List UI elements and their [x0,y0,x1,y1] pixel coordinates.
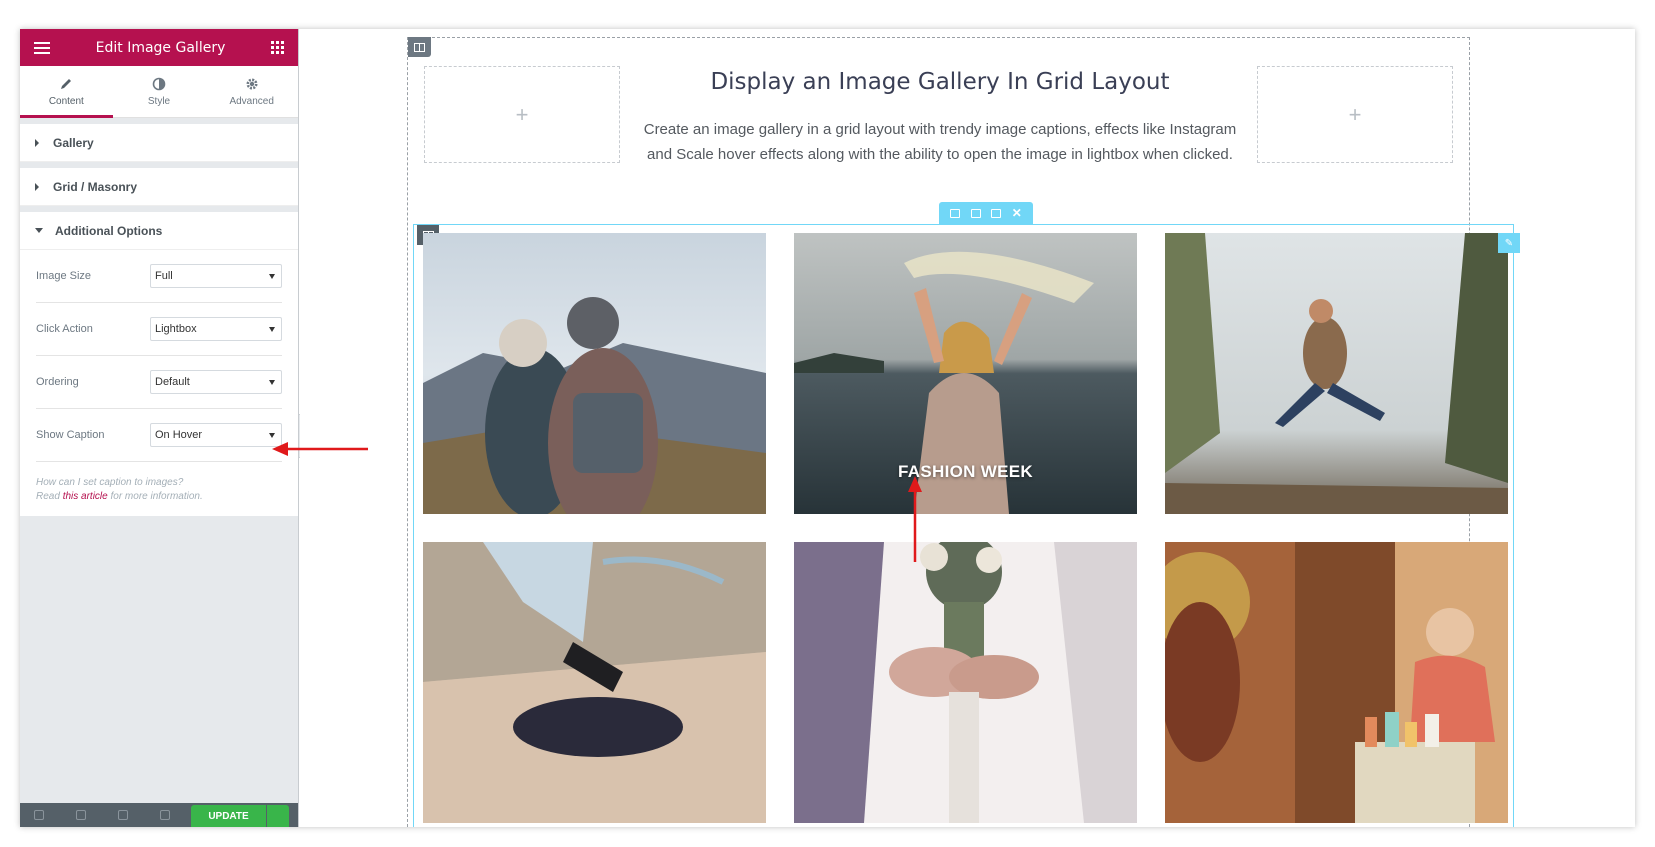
columns-icon [414,42,425,52]
navigator-icon[interactable] [76,810,86,820]
update-button[interactable]: UPDATE [191,805,266,827]
dropdown-arrow-icon [269,432,275,438]
gallery-image[interactable]: FASHION WEEK [794,233,1137,514]
help-prefix: Read [36,491,63,502]
tab-style-label: Style [147,95,171,107]
tab-advanced-label: Advanced [229,95,274,107]
gallery-image[interactable] [423,233,766,514]
gallery-image[interactable] [1165,542,1508,823]
history-icon[interactable] [118,810,128,820]
caret-right-icon [35,182,39,191]
section-additional-options[interactable]: Additional Options [20,212,298,250]
section-grid-masonry[interactable]: Grid / Masonry [20,168,298,206]
page-heading: Display an Image Gallery In Grid Layout [710,69,1170,95]
preview-icon[interactable] [160,810,170,820]
pencil-icon [61,78,72,89]
tab-style[interactable]: Style [113,66,206,117]
select-value: Lightbox [155,323,197,335]
select-value: Default [155,376,190,388]
dropdown-arrow-icon [269,273,275,279]
help-article-link[interactable]: this article [63,491,108,502]
option-show-caption: Show Caption On Hover [36,409,282,462]
gallery-image[interactable] [423,542,766,823]
image-caption: FASHION WEEK [898,462,1033,481]
option-label: Click Action [36,323,93,335]
image-size-select[interactable]: Full [150,264,282,288]
show-caption-select[interactable]: On Hover [150,423,282,447]
gallery-image[interactable] [1165,233,1508,514]
wedding-bouquet-photo [794,542,1137,823]
caret-right-icon [35,138,39,147]
option-label: Show Caption [36,429,105,441]
empty-column-right[interactable]: + [1257,66,1453,163]
preview-canvas: + + Display an Image Gallery In Grid Lay… [300,29,1635,827]
gallery-image[interactable] [794,542,1137,823]
option-image-size: Image Size Full [36,250,282,303]
section-grid-masonry-label: Grid / Masonry [53,179,138,194]
duplicate-icon[interactable] [970,208,981,218]
additional-options-body: Image Size Full Click Action Lightbox Or… [20,250,298,516]
option-label: Image Size [36,270,92,282]
option-ordering: Ordering Default [36,356,282,409]
add-icon: + [1348,101,1362,127]
app-window: Edit Image Gallery Content Style Advance… [20,29,1635,827]
close-icon[interactable]: ✕ [1012,207,1022,219]
panel-header: Edit Image Gallery [20,29,298,66]
empty-column-left[interactable]: + [424,66,620,163]
panel-title: Edit Image Gallery [95,39,226,56]
add-icon: + [515,101,529,127]
contrast-icon [152,77,166,90]
help-suffix: for more information. [107,491,203,502]
gear-icon [246,78,258,89]
description-line: and Scale hover effects along with the a… [647,146,1233,163]
edit-widget-button[interactable]: ✎ [1498,233,1520,253]
help-question: How can I set caption to images? [36,477,184,488]
panel-footer: UPDATE [20,803,298,827]
click-action-select[interactable]: Lightbox [150,317,282,341]
option-label: Ordering [36,376,79,388]
help-text: How can I set caption to images? Read th… [36,462,282,504]
select-value: On Hover [155,429,203,441]
option-click-action: Click Action Lightbox [36,303,282,356]
ordering-select[interactable]: Default [150,370,282,394]
update-options-button[interactable] [267,805,289,827]
menu-icon[interactable] [34,41,50,54]
woman-mirror-photo [1165,542,1508,823]
dropdown-arrow-icon [269,379,275,385]
friends-mountain-photo [423,233,766,514]
dropdown-arrow-icon [269,326,275,332]
annotation-arrow-left [272,442,368,456]
tab-content-label: Content [48,95,84,107]
select-value: Full [155,270,173,282]
section-handle[interactable] [408,37,431,57]
jumping-hiker-photo [1165,233,1508,514]
editor-panel: Edit Image Gallery Content Style Advance… [20,29,299,827]
save-icon[interactable] [991,208,1002,218]
section-gallery-label: Gallery [53,135,94,150]
widgets-grid-icon[interactable] [271,41,284,54]
section-gallery[interactable]: Gallery [20,124,298,162]
panel-tabs: Content Style Advanced [20,66,298,118]
tab-advanced[interactable]: Advanced [205,66,298,117]
annotation-arrow-up [908,476,922,562]
description-line: Create an image gallery in a grid layout… [643,121,1237,138]
settings-icon[interactable] [34,810,44,820]
section-additional-options-label: Additional Options [55,223,163,238]
edit-widget-icon[interactable] [950,208,961,218]
tab-content[interactable]: Content [20,66,113,118]
help-line: Read this article for more information. [36,490,282,504]
skateboarder-photo [423,542,766,823]
page-description: Create an image gallery in a grid layout… [625,117,1255,167]
widget-toolbar: ✕ [939,202,1033,224]
pencil-icon: ✎ [1504,237,1514,249]
caret-down-icon [35,228,43,233]
